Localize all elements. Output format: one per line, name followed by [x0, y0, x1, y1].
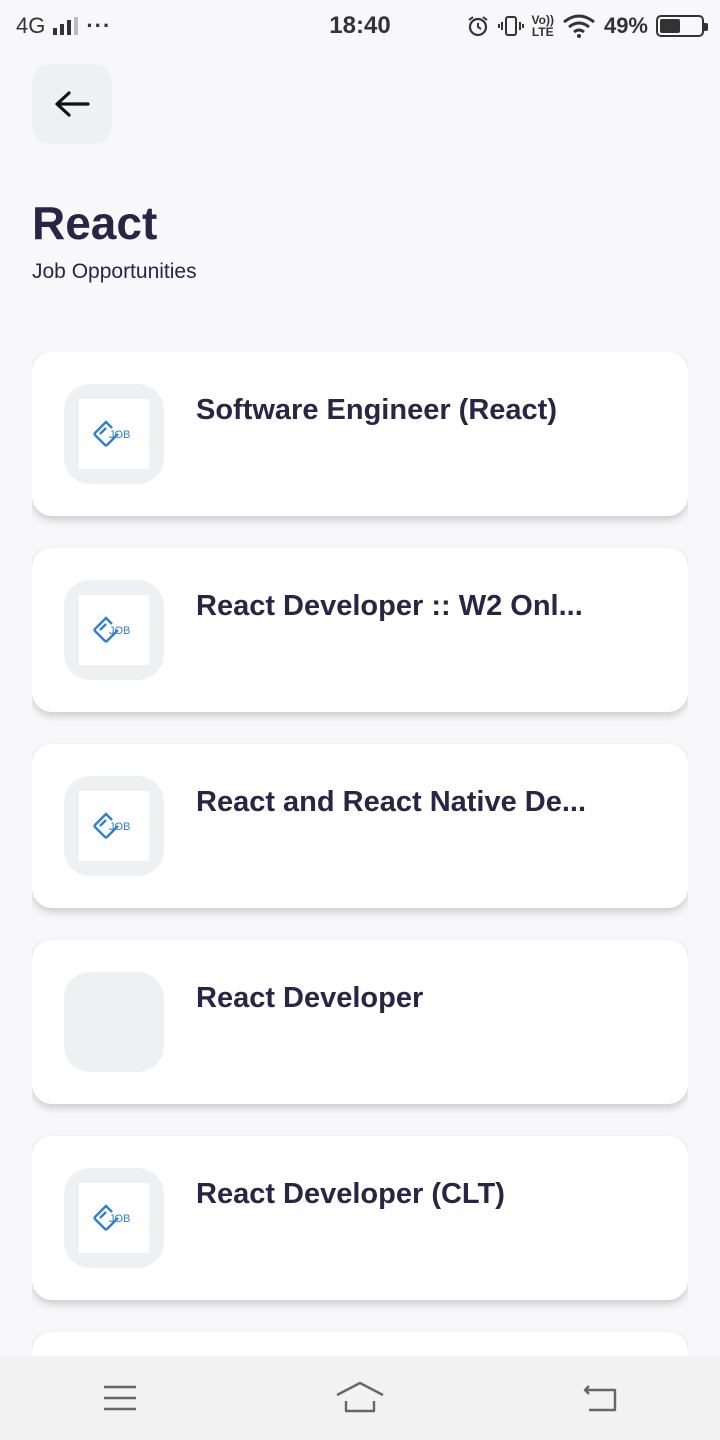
status-bar: 4G ··· 18:40 Vo)) LTE 49% — [0, 0, 720, 52]
job-card[interactable]: JOB Software Engineer (React) — [32, 352, 688, 516]
job-title: React and React Native De... — [196, 786, 587, 818]
job-card[interactable]: JOB React and React Native De... — [32, 744, 688, 908]
status-right: Vo)) LTE 49% — [466, 13, 708, 39]
company-logo-container: JOB — [64, 384, 164, 484]
back-button[interactable] — [32, 64, 112, 144]
logo-text: JOB — [109, 821, 130, 833]
company-logo-container: JOB — [64, 580, 164, 680]
battery-percent: 49% — [603, 13, 648, 38]
job-list[interactable]: JOB Software Engineer (React) JOB React … — [32, 352, 688, 1356]
logo-text: JOB — [109, 625, 130, 637]
job-logo-icon: JOB — [79, 1183, 149, 1253]
job-logo-icon: JOB — [79, 595, 149, 665]
job-logo-icon: JOB — [79, 791, 149, 861]
job-logo-icon: JOB — [79, 399, 149, 469]
system-nav-bar — [0, 1356, 720, 1440]
logo-text: JOB — [109, 429, 130, 441]
job-title: React Developer (CLT) — [196, 1178, 505, 1210]
job-title: React Developer :: W2 Onl... — [196, 590, 583, 622]
status-left: 4G ··· — [16, 13, 111, 39]
logo-text: JOB — [109, 1213, 130, 1225]
alarm-icon — [467, 16, 488, 37]
battery-level — [660, 19, 680, 33]
signal-icon — [53, 17, 79, 35]
job-title: React Developer — [196, 982, 424, 1014]
arrow-left-icon — [55, 91, 90, 117]
volte-indicator: Vo)) LTE — [532, 14, 554, 38]
job-card[interactable]: React Developer — [32, 940, 688, 1104]
job-title: Software Engineer (React) — [196, 394, 557, 426]
return-icon — [583, 1385, 617, 1412]
menu-button[interactable] — [80, 1368, 160, 1428]
battery-icon — [656, 15, 708, 37]
job-card-partial[interactable] — [32, 1332, 688, 1356]
wifi-icon — [563, 14, 595, 38]
company-logo-container: JOB — [64, 776, 164, 876]
job-card[interactable]: JOB React Developer (CLT) — [32, 1136, 688, 1300]
back-nav-button[interactable] — [560, 1368, 640, 1428]
network-type: 4G — [16, 13, 46, 38]
lte-label: LTE — [531, 25, 554, 39]
more-notifications-icon: ··· — [86, 13, 112, 38]
vibrate-icon — [497, 16, 524, 36]
company-logo-container: JOB — [64, 1168, 164, 1268]
menu-icon — [104, 1385, 136, 1411]
home-button[interactable] — [320, 1368, 400, 1428]
page-title: React — [32, 197, 158, 249]
job-card[interactable]: JOB React Developer :: W2 Onl... — [32, 548, 688, 712]
home-icon — [336, 1381, 384, 1413]
page-subtitle: Job Opportunities — [32, 260, 197, 283]
company-logo-placeholder — [64, 972, 164, 1072]
status-time: 18:40 — [329, 12, 391, 39]
